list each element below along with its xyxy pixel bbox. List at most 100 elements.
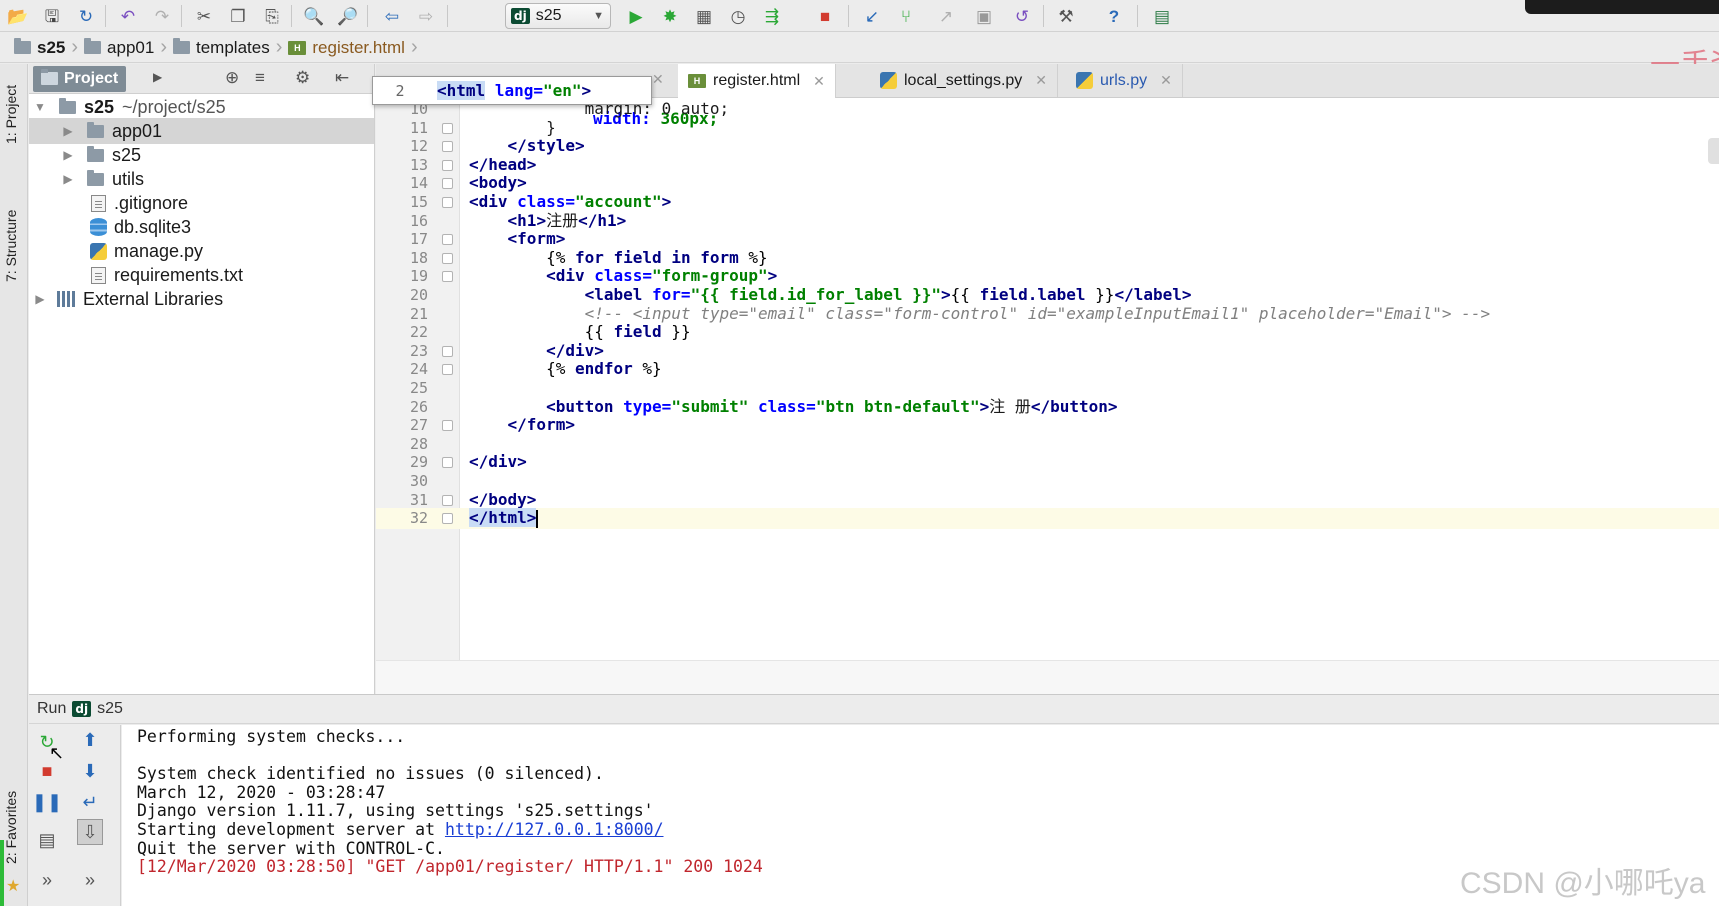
code-line[interactable]: 26 <button type="submit" class="btn btn-… <box>376 397 1719 418</box>
tree-item-external-libraries[interactable]: ▶ External Libraries <box>29 286 374 312</box>
fold-marker-icon[interactable] <box>442 122 453 134</box>
expand-arrow-icon[interactable]: ▶ <box>61 148 75 162</box>
soft-wrap-icon[interactable]: ↵ <box>77 789 103 815</box>
run-configuration-dropdown[interactable]: dj s25 ▼ <box>505 3 611 29</box>
code-line[interactable]: 23 </div> <box>376 341 1719 362</box>
tree-item-requirements[interactable]: requirements.txt <box>29 262 374 288</box>
close-icon[interactable]: ✕ <box>652 71 664 88</box>
code-line[interactable]: 20 <label for="{{ field.id_for_label }}"… <box>376 285 1719 306</box>
forward-icon[interactable]: ⇨ <box>414 4 438 28</box>
arrow-up-icon[interactable]: ⬆ <box>77 727 103 753</box>
settings-wrench-icon[interactable]: ⚒ <box>1054 4 1078 28</box>
breadcrumb-item-templates[interactable]: templates <box>173 38 274 58</box>
code-line[interactable]: 18 {% for field in form %} <box>376 248 1719 269</box>
sticky-scope-line[interactable]: 2 <html lang="en"> <box>372 76 652 105</box>
fold-marker-icon[interactable] <box>442 457 453 469</box>
code-line[interactable]: 28 <box>376 434 1719 455</box>
help-icon[interactable]: ? <box>1102 4 1126 28</box>
fold-marker-icon[interactable] <box>442 513 453 525</box>
code-line[interactable]: 25 <box>376 378 1719 399</box>
expand-arrow-icon[interactable]: ▶ <box>61 172 75 186</box>
more-icon[interactable]: » <box>77 867 103 893</box>
fold-marker-icon[interactable] <box>442 364 453 376</box>
tree-item-s25[interactable]: ▶ s25 <box>29 142 374 168</box>
run-icon[interactable]: ▶ <box>624 4 648 28</box>
fold-marker-icon[interactable] <box>442 345 453 357</box>
server-url-link[interactable]: http://127.0.0.1:8000/ <box>445 820 664 839</box>
tree-item-app01[interactable]: ▶ app01 <box>29 118 374 144</box>
code-line[interactable]: 22 {{ field }} <box>376 322 1719 343</box>
debug-icon[interactable]: ✸ <box>658 4 682 28</box>
breadcrumb-item-file[interactable]: H register.html <box>288 38 409 58</box>
fold-marker-icon[interactable] <box>442 252 453 264</box>
collapse-all-icon[interactable]: ≡ <box>255 68 265 88</box>
code-line[interactable]: 15 <div class="account"> <box>376 192 1719 213</box>
tool-tab-project[interactable]: 1: Project <box>3 85 19 144</box>
revert-icon[interactable]: ↺ <box>1010 4 1034 28</box>
code-line[interactable]: 21 <!-- <input type="email" class="form-… <box>376 304 1719 325</box>
code-line[interactable]: 30 <box>376 471 1719 492</box>
fold-marker-icon[interactable] <box>442 178 453 190</box>
tree-item-utils[interactable]: ▶ utils <box>29 166 374 192</box>
sdk-icon[interactable]: ▤ <box>1150 4 1174 28</box>
more-icon[interactable]: » <box>34 867 60 893</box>
breadcrumb-item-project[interactable]: s25 <box>14 38 69 58</box>
vcs-branch-icon[interactable]: ⑂ <box>894 4 918 28</box>
replace-icon[interactable]: 🔎 <box>336 4 360 28</box>
fold-marker-icon[interactable] <box>442 141 453 153</box>
profile-icon[interactable]: ◷ <box>726 4 750 28</box>
scroll-to-end-icon[interactable]: ⇩ <box>77 819 103 845</box>
stop-icon[interactable]: ■ <box>34 758 60 784</box>
fold-marker-icon[interactable] <box>442 159 453 171</box>
project-view-selector[interactable]: Project <box>33 65 127 92</box>
tree-item-db-sqlite3[interactable]: db.sqlite3 <box>29 214 374 240</box>
code-line[interactable]: 16 <h1>注册</h1> <box>376 211 1719 232</box>
code-line[interactable]: 17 <form> <box>376 229 1719 250</box>
fold-marker-icon[interactable] <box>442 494 453 506</box>
expand-arrow-icon[interactable]: ▼ <box>33 100 47 114</box>
fold-marker-icon[interactable] <box>442 271 453 283</box>
tree-item-gitignore[interactable]: .gitignore <box>29 190 374 216</box>
build-icon[interactable]: ⇶ <box>760 4 784 28</box>
code-line[interactable]: 32 </html> <box>376 508 1719 529</box>
fold-marker-icon[interactable] <box>442 197 453 208</box>
code-line[interactable]: 13 </head> <box>376 155 1719 176</box>
find-icon[interactable]: 🔍 <box>302 4 326 28</box>
code-line[interactable]: 24 {% endfor %} <box>376 359 1719 380</box>
close-icon[interactable]: ✕ <box>1160 72 1172 89</box>
vcs-update-icon[interactable]: ↙ <box>860 4 884 28</box>
gear-icon[interactable]: ⚙ <box>295 68 310 88</box>
copy-icon[interactable]: ❐ <box>226 4 250 28</box>
code-line[interactable]: 11 } <box>376 118 1719 139</box>
coverage-icon[interactable]: ▦ <box>692 4 716 28</box>
code-line[interactable]: 14 <body> <box>376 173 1719 194</box>
tree-item-manage-py[interactable]: manage.py <box>29 238 374 264</box>
tool-tab-structure[interactable]: 7: Structure <box>3 210 19 282</box>
vcs-push-icon[interactable]: ↗ <box>934 4 958 28</box>
fold-marker-icon[interactable] <box>442 234 453 246</box>
paste-icon[interactable]: ⎘ <box>260 4 284 28</box>
locate-icon[interactable]: ⊕ <box>225 68 239 88</box>
code-line[interactable]: 19 <div class="form-group"> <box>376 266 1719 287</box>
collapse-arrow-icon[interactable]: ▶ <box>153 70 162 84</box>
tool-tab-favorites[interactable]: 2: Favorites <box>3 791 19 864</box>
code-line[interactable]: 12 </style> <box>376 136 1719 157</box>
tree-root[interactable]: ▼ s25 ~/project/s25 <box>29 94 374 120</box>
code-line[interactable]: 27 </form> <box>376 415 1719 436</box>
layout-icon[interactable]: ▤ <box>34 827 60 853</box>
vcs-history-icon[interactable]: ▣ <box>972 4 996 28</box>
arrow-down-icon[interactable]: ⬇ <box>77 758 103 784</box>
pause-icon[interactable]: ❚❚ <box>32 789 62 815</box>
close-icon[interactable]: ✕ <box>1035 72 1047 89</box>
code-line[interactable]: 31 </body> <box>376 490 1719 511</box>
close-icon[interactable]: ✕ <box>813 73 825 90</box>
open-folder-icon[interactable]: 📂 <box>6 4 30 28</box>
stop-icon[interactable]: ■ <box>813 4 837 28</box>
undo-icon[interactable]: ↶ <box>116 4 140 28</box>
sync-icon[interactable]: ↻ <box>74 4 98 28</box>
code-line[interactable]: 29 </div> <box>376 452 1719 473</box>
save-icon[interactable]: 🖫 <box>40 4 64 28</box>
code-editor[interactable]: width: 360px; 10 margin: 0 auto; 11 } 12 <… <box>376 98 1719 694</box>
hide-panel-icon[interactable]: ⇤ <box>335 68 349 88</box>
fold-marker-icon[interactable] <box>442 420 453 432</box>
